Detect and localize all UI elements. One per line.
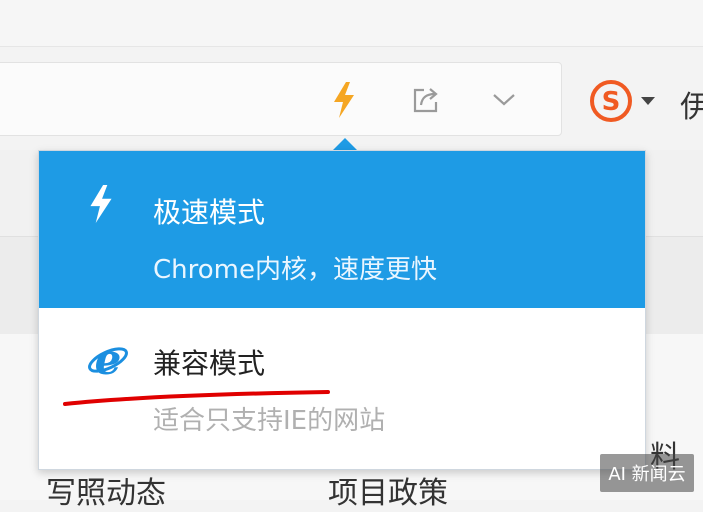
background-nav-text: 项目政策: [328, 476, 448, 511]
background-nav-text: 写照动态: [46, 476, 166, 511]
browser-mode-menu: 极速模式 Chrome内核，速度更快 e 兼容模式 适合只支持IE的网站: [38, 150, 646, 470]
share-icon: [413, 88, 438, 113]
ie-icon: e: [87, 335, 129, 384]
watermark-text: AI 新闻云: [608, 464, 686, 485]
share-button[interactable]: [406, 80, 446, 120]
menu-item-fast-mode[interactable]: 极速模式 Chrome内核，速度更快: [39, 151, 645, 308]
sogou-input-button[interactable]: S: [582, 80, 664, 122]
svg-text:S: S: [602, 87, 621, 117]
caret-down-icon: [641, 97, 655, 105]
watermark-logo: AI 新闻云: [600, 454, 694, 492]
fast-mode-title: 极速模式: [153, 196, 266, 229]
browser-top-strip: [0, 0, 703, 47]
more-dropdown-button[interactable]: [486, 80, 522, 120]
toolbar-partial-text: 伊: [680, 90, 703, 125]
svg-text:e: e: [95, 338, 122, 380]
compat-mode-title: 兼容模式: [153, 347, 266, 380]
lightning-icon: [334, 82, 354, 118]
sogou-s-icon: S: [590, 80, 632, 122]
chevron-down-icon: [493, 94, 515, 106]
speed-mode-button[interactable]: [326, 80, 362, 120]
lightning-icon: [87, 185, 115, 227]
address-bar[interactable]: [0, 62, 562, 136]
fast-mode-description: Chrome内核，速度更快: [153, 255, 437, 285]
red-underline-annotation: [63, 390, 330, 406]
